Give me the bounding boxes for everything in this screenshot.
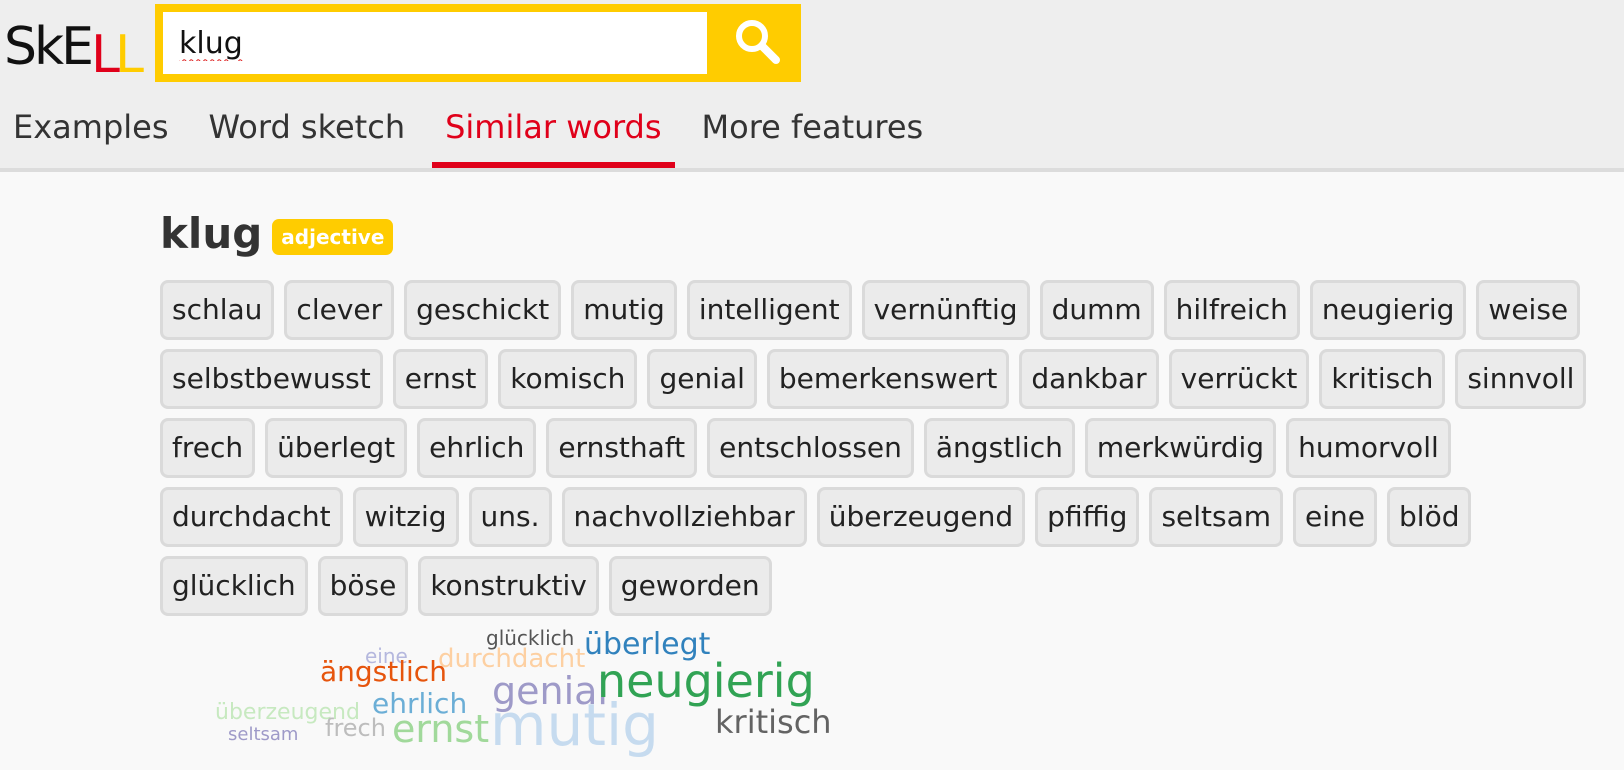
word-cloud-item[interactable]: ängstlich [320,658,447,686]
tab-similar-words[interactable]: Similar words [432,96,675,168]
similar-word-chip[interactable]: weise [1476,280,1581,340]
search-icon [732,16,782,70]
similar-word-chip[interactable]: witzig [352,487,459,547]
similar-word-chip[interactable]: sinnvoll [1455,349,1587,409]
similar-word-chip[interactable]: clever [284,280,395,340]
similar-word-chip[interactable]: geworden [608,556,772,616]
similar-word-chip[interactable]: blöd [1387,487,1472,547]
tab-more-features[interactable]: More features [689,96,937,168]
similar-word-chip[interactable]: uns. [468,487,552,547]
similar-word-chip[interactable]: vernünftig [861,280,1030,340]
similar-word-chip[interactable]: ernst [392,349,489,409]
similar-word-chip[interactable]: nachvollziehbar [561,487,807,547]
word-cloud-item[interactable]: kritisch [715,706,832,738]
similar-word-chip[interactable]: ängstlich [923,418,1075,478]
search-button[interactable] [713,4,801,82]
similar-word-chip[interactable]: durchdacht [160,487,343,547]
similar-word-chip[interactable]: verrückt [1168,349,1310,409]
similar-word-chip[interactable]: kritisch [1319,349,1446,409]
word-cloud-item[interactable]: ernst [392,710,489,748]
similar-word-chip[interactable]: konstruktiv [418,556,599,616]
similar-word-chip[interactable]: hilfreich [1163,280,1300,340]
similar-word-chip[interactable]: pfiffig [1035,487,1140,547]
similar-word-chip[interactable]: dankbar [1019,349,1159,409]
similar-word-chip[interactable]: überlegt [265,418,408,478]
similar-word-chip[interactable]: ernsthaft [546,418,698,478]
similar-word-chip[interactable]: mutig [571,280,677,340]
similar-word-chip[interactable]: intelligent [686,280,852,340]
results-panel: klug adjective schlau clever geschickt muti… [160,200,1610,625]
headword: klug [160,208,263,258]
similar-word-chip[interactable]: überzeugend [816,487,1026,547]
similar-word-chip[interactable]: glücklich [160,556,308,616]
similar-word-chip[interactable]: frech [160,418,256,478]
similar-word-chip[interactable]: neugierig [1309,280,1467,340]
word-cloud-item[interactable]: frech [325,716,386,740]
similar-words-list: schlau clever geschickt mutig intelligent ver… [160,280,1620,625]
word-cloud-item[interactable]: seltsam [228,726,298,744]
similar-word-chip[interactable]: humorvoll [1286,418,1451,478]
similar-word-chip[interactable]: komisch [498,349,638,409]
nav-tabs: Examples Word sketch Similar words More … [0,96,950,168]
tab-word-sketch[interactable]: Word sketch [196,96,419,168]
header: SkELL Examples Word sketch Similar words… [0,0,1624,172]
similar-word-chip[interactable]: selbstbewusst [160,349,383,409]
similar-word-chip[interactable]: geschickt [404,280,562,340]
similar-word-chip[interactable]: merkwürdig [1084,418,1277,478]
headword-row: klug adjective [160,200,1610,266]
pos-badge: adjective [272,219,394,255]
similar-word-chip[interactable]: eine [1293,487,1378,547]
similar-word-chip[interactable]: schlau [160,280,275,340]
similar-word-chip[interactable]: ehrlich [417,418,537,478]
similar-word-chip[interactable]: genial [647,349,757,409]
search-bar [155,4,801,82]
word-cloud: glücklich eine durchdacht überlegt ängstlich… [160,628,860,770]
similar-word-chip[interactable]: böse [317,556,409,616]
similar-word-chip[interactable]: dumm [1039,280,1154,340]
similar-word-chip[interactable]: seltsam [1149,487,1284,547]
search-input[interactable] [163,12,707,74]
word-cloud-item[interactable]: mutig [490,696,659,754]
skell-logo[interactable]: SkELL [4,12,144,85]
similar-word-chip[interactable]: bemerkenswert [766,349,1010,409]
similar-word-chip[interactable]: entschlossen [707,418,914,478]
tab-examples[interactable]: Examples [0,96,182,168]
